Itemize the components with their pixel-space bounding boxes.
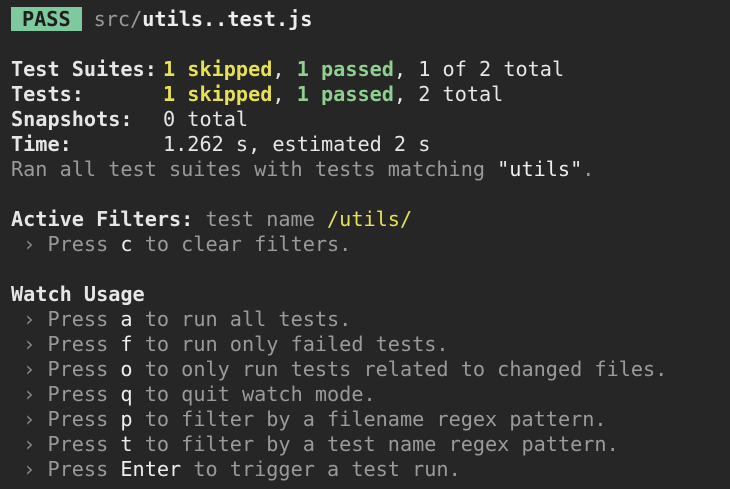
shortcut-description: to run all tests.: [132, 307, 352, 331]
active-filters-title: Active Filters:: [11, 207, 194, 231]
suites-total: , 1 of 2 total: [393, 57, 565, 81]
press-label: Press: [47, 457, 121, 481]
tests-skipped: 1 skipped: [163, 82, 273, 106]
shortcut-description: to trigger a test run.: [181, 457, 461, 481]
press-label: Press: [47, 332, 121, 356]
chevron-right-icon: ›: [23, 307, 36, 331]
press-label: Press: [47, 382, 121, 406]
snapshots-value: 0 total: [163, 107, 249, 131]
file-path-prefix: src/: [93, 7, 143, 31]
shortcut-key[interactable]: o: [120, 357, 132, 381]
clear-key[interactable]: c: [120, 232, 132, 256]
watch-usage-item: › Press t to filter by a test name regex…: [11, 432, 726, 457]
filter-description: test name: [205, 207, 328, 231]
chevron-right-icon: ›: [23, 357, 36, 381]
watch-usage-item: › Press q to quit watch mode.: [11, 382, 726, 407]
chevron-right-icon: ›: [23, 232, 36, 256]
watch-usage-list: › Press a to run all tests. › Press f to…: [11, 307, 726, 482]
watch-usage-item: › Press o to only run tests related to c…: [11, 357, 726, 382]
shortcut-description: to quit watch mode.: [132, 382, 376, 406]
summary-time: Time: 1.262 s, estimated 2 s: [11, 132, 726, 157]
snapshots-label: Snapshots:: [11, 107, 133, 131]
summary-snapshots: Snapshots: 0 total: [11, 107, 726, 132]
time-label: Time:: [11, 132, 72, 156]
press-label: Press: [47, 357, 121, 381]
chevron-right-icon: ›: [23, 382, 36, 406]
test-suites-label: Test Suites:: [11, 57, 157, 81]
tests-passed: 1 passed: [296, 82, 394, 106]
filter-pattern: /utils/: [327, 207, 413, 231]
summary-tests: Tests: 1 skipped, 1 passed, 2 total: [11, 82, 504, 106]
shortcut-key[interactable]: Enter: [120, 457, 181, 481]
press-label: Press: [47, 232, 121, 256]
chevron-right-icon: ›: [23, 457, 36, 481]
tests-total: , 2 total: [393, 82, 504, 106]
clear-filters-hint: › Press c to clear filters.: [11, 232, 726, 257]
shortcut-description: to filter by a test name regex pattern.: [132, 432, 619, 456]
watch-usage-item: › Press p to filter by a filename regex …: [11, 407, 726, 432]
press-label: Press: [47, 307, 121, 331]
shortcut-description: to run only failed tests.: [132, 332, 449, 356]
ran-all-suffix: .: [582, 157, 595, 181]
chevron-right-icon: ›: [23, 432, 36, 456]
tests-label: Tests:: [11, 82, 84, 106]
pass-badge: PASS: [11, 7, 82, 31]
press-label: Press: [47, 432, 121, 456]
ran-all-pattern: "utils": [497, 157, 583, 181]
clear-description: to clear filters.: [132, 232, 352, 256]
shortcut-description: to filter by a filename regex pattern.: [132, 407, 607, 431]
shortcut-description: to only run tests related to changed fil…: [132, 357, 668, 381]
suites-skipped: 1 skipped: [163, 57, 273, 81]
watch-usage-item: › Press Enter to trigger a test run.: [11, 457, 726, 482]
shortcut-key[interactable]: p: [120, 407, 132, 431]
ran-all-message: Ran all test suites with tests matching …: [11, 157, 726, 182]
chevron-right-icon: ›: [23, 407, 36, 431]
time-value: 1.262 s, estimated 2 s: [163, 132, 431, 156]
suites-passed: 1 passed: [296, 57, 394, 81]
shortcut-key[interactable]: a: [120, 307, 132, 331]
watch-usage-item: › Press f to run only failed tests.: [11, 332, 726, 357]
active-filters: Active Filters: test name /utils/: [11, 207, 726, 232]
shortcut-key[interactable]: t: [120, 432, 132, 456]
chevron-right-icon: ›: [23, 332, 36, 356]
watch-usage-item: › Press a to run all tests.: [11, 307, 726, 332]
shortcut-key[interactable]: q: [120, 382, 132, 406]
shortcut-key[interactable]: f: [120, 332, 132, 356]
press-label: Press: [47, 407, 121, 431]
ran-all-prefix: Ran all test suites with tests matching: [11, 157, 498, 181]
file-name: utils..test.js: [142, 7, 313, 31]
summary-test-suites: Test Suites: 1 skipped, 1 passed, 1 of 2 …: [11, 57, 565, 81]
test-file-result: PASS src/utils..test.js: [11, 7, 726, 32]
terminal-output: PASS src/utils..test.js Test Suites: 1 ski…: [11, 7, 726, 482]
watch-usage-title: Watch Usage: [11, 282, 145, 306]
